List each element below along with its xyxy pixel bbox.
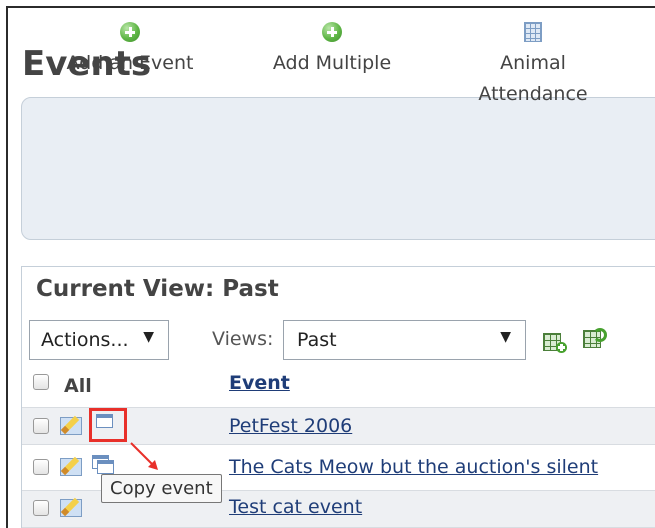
chevron-down-icon: ▼: [500, 329, 511, 345]
current-view-title: Current View: Past: [36, 276, 279, 302]
select-all-checkbox[interactable]: [33, 374, 49, 390]
select-all-label: All: [64, 375, 92, 397]
edit-event-icon[interactable]: [60, 456, 82, 476]
row-checkbox[interactable]: [33, 418, 49, 434]
row-checkbox[interactable]: [33, 500, 49, 516]
add-multiple-label: Add Multiple: [272, 52, 392, 74]
refresh-icon: [593, 328, 607, 342]
actions-label: Actions...: [41, 329, 129, 351]
row-checkbox[interactable]: [33, 459, 49, 475]
add-event-label: Add an Event: [66, 52, 194, 74]
toolbar: [21, 97, 655, 240]
edit-event-icon[interactable]: [60, 415, 82, 435]
copy-event-tooltip: Copy event: [101, 474, 222, 503]
animal-attendance-button[interactable]: Animal Attendance: [465, 0, 601, 110]
actions-dropdown[interactable]: Actions... ▼: [29, 320, 169, 360]
animal-attendance-label: Animal Attendance: [478, 52, 588, 105]
annotation-arrow-icon: [130, 442, 158, 470]
add-view-button[interactable]: [543, 331, 567, 353]
add-multiple-button[interactable]: Add Multiple: [252, 0, 412, 79]
views-label: Views:: [212, 328, 274, 350]
event-link[interactable]: Test cat event: [229, 496, 362, 518]
refresh-view-button[interactable]: [583, 328, 607, 350]
copy-event-icon[interactable]: [92, 455, 116, 475]
copy-icon-highlight: [89, 408, 127, 442]
event-link[interactable]: The Cats Meow but the auction's silent: [229, 456, 598, 478]
add-circle-icon: [120, 22, 140, 42]
add-event-button[interactable]: Add an Event: [50, 0, 210, 79]
event-column-header[interactable]: Event: [229, 372, 290, 394]
spreadsheet-icon: [524, 22, 542, 42]
event-link[interactable]: PetFest 2006: [229, 415, 352, 437]
edit-event-icon[interactable]: [60, 497, 82, 517]
views-dropdown[interactable]: Past ▼: [283, 320, 526, 360]
views-value: Past: [297, 329, 337, 351]
chevron-down-icon: ▼: [143, 329, 154, 345]
add-circle-icon: [322, 22, 342, 42]
plus-badge-icon: [556, 342, 567, 353]
